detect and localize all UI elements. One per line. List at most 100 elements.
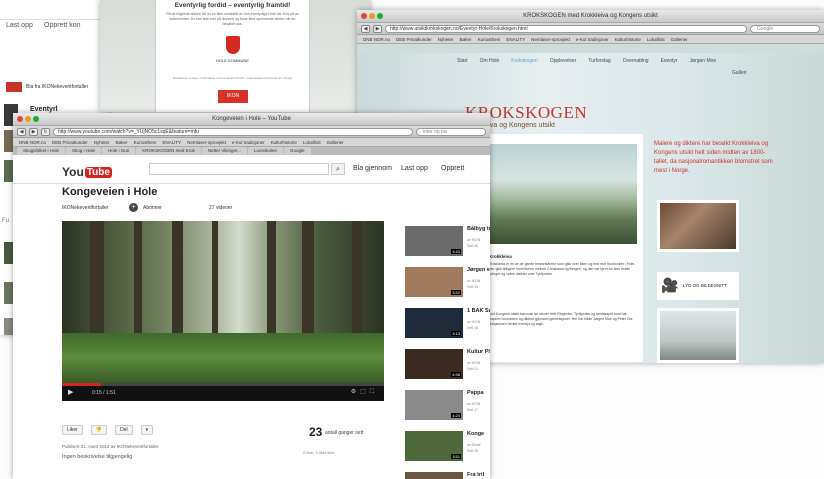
bookmark-item[interactable]: Nemlaser-sprosjekt (531, 35, 570, 43)
back-button[interactable]: ◀ (17, 127, 26, 136)
bookmark-item[interactable]: Lokalhist (647, 35, 665, 43)
bookmark-item[interactable]: Bøker (460, 35, 472, 43)
browser-tab[interactable]: Netter Vikinger... (201, 147, 248, 155)
address-bar[interactable]: http://www.utsiktkrokskogen.no/Eventyr-H… (385, 24, 747, 33)
nav-item[interactable]: Jørgen Moe (690, 58, 717, 64)
bookmark-item[interactable]: Bøker (116, 138, 128, 146)
related-video-thumbnail[interactable]: 4:24 (405, 390, 463, 420)
related-video-thumbnail[interactable]: 4:58 (405, 349, 463, 379)
share-button[interactable]: Del (115, 425, 133, 435)
bookmark-item[interactable]: Nemlaser-sprosjekt (187, 138, 226, 146)
minimize-button[interactable] (369, 13, 375, 19)
search-icon[interactable]: ⌕ (331, 163, 345, 175)
progress-track[interactable] (62, 383, 384, 386)
create-link[interactable]: Opprett (441, 165, 464, 172)
related-video-thumbnail[interactable]: 3:51 (405, 431, 463, 461)
bookmark-item[interactable]: Lokalhist (303, 138, 321, 146)
browser-tab[interactable]: Skogsfolket i Hole (17, 147, 66, 155)
nav-item[interactable]: Turforslag (588, 58, 610, 64)
youtube-search-input[interactable] (149, 163, 329, 175)
bookmark-item[interactable]: Nyheter (438, 35, 454, 43)
video-title-partial[interactable]: Eventyrl (30, 106, 58, 113)
browser-tab[interactable]: Google (284, 147, 311, 155)
coat-of-arms-icon (226, 36, 240, 54)
related-video-thumbnail[interactable]: 3:43 (405, 226, 463, 256)
search-field[interactable]: Google (750, 24, 820, 33)
bookmarks-bar: DNB NOR.no DEB Privatkunder Nyheter Bøker Ku… (13, 138, 490, 147)
forest-photo[interactable] (657, 308, 739, 363)
related-video-item[interactable]: 3:51 Konge av Ekdal Sett 15 (405, 431, 490, 461)
nav-item[interactable]: Start (457, 58, 468, 64)
browser-tab[interactable]: Skog i Hole (66, 147, 102, 155)
related-video-thumbnail[interactable]: 3:13 (405, 308, 463, 338)
ikon-logo[interactable]: IKON (218, 90, 248, 103)
address-bar[interactable]: http://www.youtube.com/watch?v=_YUjNO5c1… (53, 127, 413, 136)
player-settings-icons[interactable]: ⚙⬚⛶ (351, 388, 378, 396)
bookmark-item[interactable]: ENALITY (506, 35, 525, 43)
back-button[interactable]: ◀ (361, 24, 370, 33)
video-player[interactable]: ▶ 0:15 / 1:51 ⚙⬚⛶ (62, 221, 384, 401)
related-video-channel: av IKON (467, 361, 481, 365)
browser-tab[interactable]: Lunnskolen (248, 147, 284, 155)
upload-link[interactable]: Last opp (6, 22, 33, 29)
video-count[interactable]: 27 videoer (209, 205, 232, 211)
close-button[interactable] (361, 13, 367, 19)
bookmark-item[interactable]: Kuriosthem (134, 138, 157, 146)
dislike-button[interactable]: 👎 (90, 425, 108, 435)
create-link[interactable]: Opprett kon (44, 22, 81, 29)
related-video-item[interactable]: 3:43 Bålbyg tradisj av IKON Sett 30 (405, 226, 490, 256)
nav-item[interactable]: Om Hole (480, 58, 500, 64)
bookmark-item[interactable]: Gallerier (671, 35, 688, 43)
bookmark-item[interactable]: e-Kul tradisjoner (232, 138, 265, 146)
reload-button[interactable]: ↻ (41, 127, 50, 136)
bookmark-item[interactable]: DEB Privatkunder (52, 138, 88, 146)
nav-item[interactable]: Opplevelser (550, 58, 577, 64)
forward-button[interactable]: ▶ (29, 127, 38, 136)
bookmark-item[interactable]: ENALITY (162, 138, 181, 146)
channel-label[interactable]: Bla fra IKONekeventfortaller (26, 84, 88, 90)
posted-date: Publisert 21. mars 2012 av IKONekeventfo… (62, 444, 159, 449)
add-icon[interactable]: + (129, 203, 138, 212)
forward-button[interactable]: ▶ (373, 24, 382, 33)
browser-toolbar: ◀ ▶ http://www.utsiktkrokskogen.no/Event… (357, 23, 824, 35)
related-video-item[interactable]: 3:52 Jørgen eventy av IKON Sett 30 (405, 267, 490, 297)
minimize-button[interactable] (25, 116, 31, 122)
related-video-thumbnail[interactable]: 3:52 (405, 267, 463, 297)
bookmark-item[interactable]: DEB Privatkunder (396, 35, 432, 43)
youtube-logo[interactable]: You Tube (62, 165, 112, 179)
search-field[interactable]: inter og pa (416, 127, 486, 136)
channel-name[interactable]: IKONekeventfortaller (62, 205, 108, 211)
nav-galleri[interactable]: Galleri (732, 70, 746, 76)
browser-tab[interactable]: KROKSKOGEN med Krok (136, 147, 201, 155)
play-icon[interactable]: ▶ (68, 388, 73, 396)
bookmark-item[interactable]: DNB NOR.no (363, 35, 390, 43)
bookmark-item[interactable]: Kulturhistorie (271, 138, 297, 146)
browse-link[interactable]: Bla gjennom (353, 165, 392, 172)
upload-link[interactable]: Last opp (401, 165, 428, 172)
nav-item[interactable]: Krokskogen (511, 58, 537, 64)
bookmark-item[interactable]: e-Kul tradisjoner (576, 35, 609, 43)
related-video-item[interactable]: Fra tril (405, 472, 490, 479)
related-video-title: Jørgen eventy (467, 267, 490, 273)
sign-photo[interactable] (657, 200, 739, 252)
related-video-item[interactable]: 4:58 Kultur Plasse av IKON Sett 21 (405, 349, 490, 379)
subscribe-button[interactable]: Abonner (143, 205, 162, 211)
nav-item[interactable]: Overnatting (623, 58, 649, 64)
zoom-button[interactable] (33, 116, 39, 122)
video-link-label: LYD OG BILDESNITT (683, 283, 727, 288)
related-video-item[interactable]: 4:24 Pappa av IKON Sett 17 (405, 390, 490, 420)
like-button[interactable]: Liker (62, 425, 83, 435)
video-link[interactable]: 🎥 LYD OG BILDESNITT (657, 272, 739, 300)
bookmark-item[interactable]: Kuriosthem (478, 35, 501, 43)
more-button[interactable]: ▾ (140, 425, 154, 435)
related-video-item[interactable]: 3:13 1 BAK Smått av IKON Sett 16 (405, 308, 490, 338)
bookmark-item[interactable]: Gallerier (327, 138, 344, 146)
nav-item[interactable]: Eventyr (661, 58, 678, 64)
bookmark-item[interactable]: DNB NOR.no (19, 138, 46, 146)
bookmark-item[interactable]: Nyheter (94, 138, 110, 146)
related-video-thumbnail[interactable] (405, 472, 463, 479)
bookmark-item[interactable]: Kulturhistorie (615, 35, 641, 43)
browser-tab[interactable]: Hole i Guri (102, 147, 136, 155)
close-button[interactable] (17, 116, 23, 122)
zoom-button[interactable] (377, 13, 383, 19)
